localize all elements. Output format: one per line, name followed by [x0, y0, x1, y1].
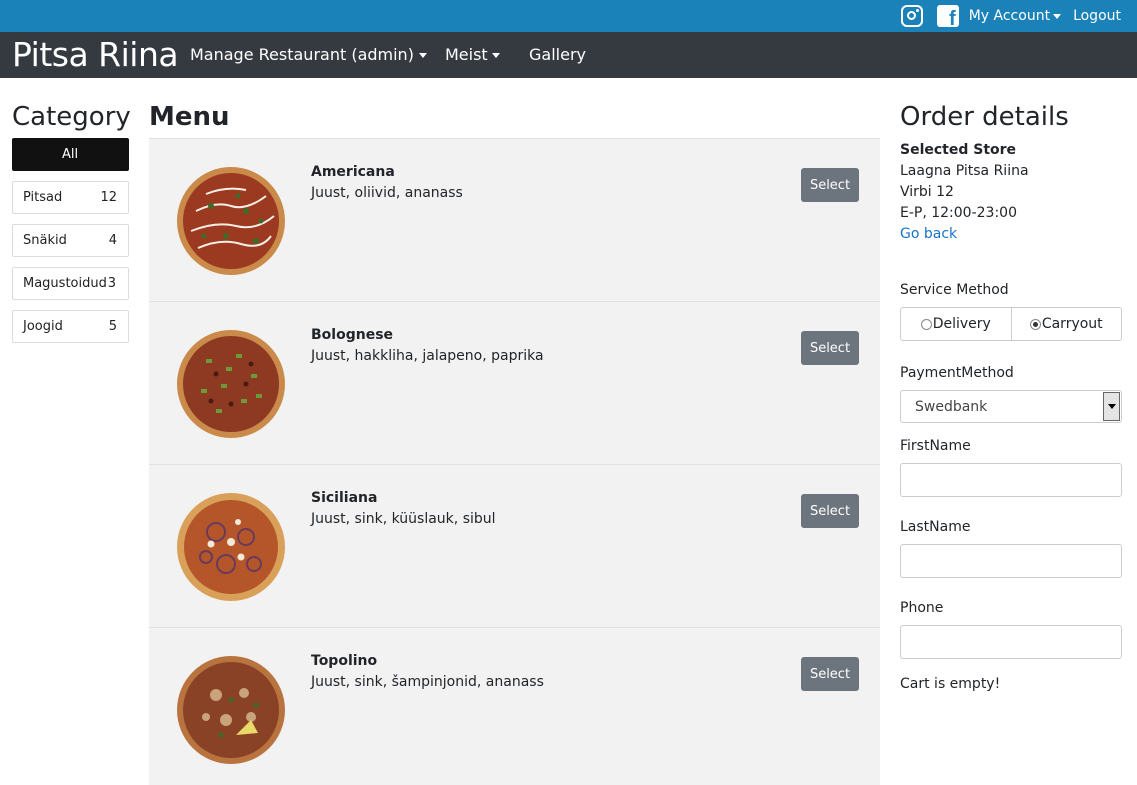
selected-store-label: Selected Store	[900, 142, 1017, 158]
select-button[interactable]: Select	[801, 331, 859, 365]
menu-item-description: Juust, sink, küüslauk, sibul	[311, 511, 496, 527]
logout-link[interactable]: Logout	[1073, 8, 1121, 24]
lastname-label: LastName	[900, 519, 971, 535]
category-item-magustoidud[interactable]: Magustoidud 3	[12, 267, 129, 300]
main-navbar: Pitsa Riina Manage Restaurant (admin) Me…	[0, 32, 1137, 78]
firstname-input[interactable]	[900, 463, 1122, 497]
meist-dropdown[interactable]: Meist	[445, 32, 500, 78]
menu-item-description: Juust, hakkliha, jalapeno, paprika	[311, 348, 544, 364]
dropdown-arrow-icon	[1103, 392, 1120, 421]
category-label: Snäkid	[23, 233, 67, 248]
category-count: 12	[100, 190, 117, 205]
meist-label: Meist	[445, 45, 488, 64]
category-item-all[interactable]: All	[12, 138, 129, 171]
category-label: All	[61, 147, 79, 162]
menu-section: Menu Americana Juust, oliivid, ananass S…	[149, 98, 880, 785]
caret-down-icon	[418, 53, 427, 58]
select-button[interactable]: Select	[801, 494, 859, 528]
menu-item: Topolino Juust, sink, šampinjonid, anana…	[149, 628, 880, 785]
category-item-snakid[interactable]: Snäkid 4	[12, 224, 129, 257]
category-count: 3	[107, 276, 116, 291]
select-button[interactable]: Select	[801, 168, 859, 202]
menu-title: Menu	[149, 102, 230, 132]
cart-status: Cart is empty!	[900, 676, 1001, 692]
carryout-label: Carryout	[1041, 316, 1103, 332]
menu-item-description: Juust, sink, šampinjonid, ananass	[311, 674, 544, 690]
radio-selected-icon	[1029, 318, 1041, 330]
menu-item: Siciliana Juust, sink, küüslauk, sibul S…	[149, 465, 880, 628]
my-account-label: My Account	[968, 8, 1051, 24]
store-name: Laagna Pitsa Riina	[900, 163, 1029, 179]
carryout-option[interactable]: Carryout	[1010, 308, 1122, 340]
category-count: 5	[108, 319, 117, 334]
category-item-pitsad[interactable]: Pitsad 12	[12, 181, 129, 214]
category-label: Magustoidud	[23, 276, 107, 291]
go-back-link[interactable]: Go back	[900, 224, 1122, 245]
instagram-icon[interactable]	[900, 5, 923, 27]
category-count: 4	[108, 233, 117, 248]
manage-restaurant-dropdown[interactable]: Manage Restaurant (admin)	[190, 32, 427, 78]
category-label: Pitsad	[23, 190, 63, 205]
menu-item: Americana Juust, oliivid, ananass Select	[149, 139, 880, 302]
gallery-link[interactable]: Gallery	[529, 32, 586, 78]
caret-down-icon	[491, 53, 500, 58]
lastname-input[interactable]	[900, 544, 1122, 578]
menu-list: Americana Juust, oliivid, ananass Select…	[149, 138, 880, 785]
payment-method-label: PaymentMethod	[900, 365, 1014, 381]
top-bar: f My Account Logout	[0, 0, 1137, 32]
delivery-label: Delivery	[932, 316, 991, 332]
phone-label: Phone	[900, 600, 944, 616]
brand-logo[interactable]: Pitsa Riina	[12, 32, 179, 78]
firstname-label: FirstName	[900, 438, 971, 454]
order-details-title: Order details	[900, 102, 1069, 132]
category-panel: Category All Pitsad 12 Snäkid 4 Magustoi…	[12, 98, 131, 353]
payment-method-select[interactable]: Swedbank	[900, 390, 1122, 423]
delivery-option[interactable]: Delivery	[901, 308, 1011, 340]
pizza-image	[177, 330, 285, 438]
manage-restaurant-label: Manage Restaurant (admin)	[190, 45, 414, 64]
caret-down-icon	[1053, 13, 1062, 19]
pizza-image	[177, 656, 285, 764]
service-method-label: Service Method	[900, 282, 1009, 298]
menu-item-name: Siciliana	[311, 490, 378, 506]
store-address: Virbi 12	[900, 184, 954, 200]
category-item-joogid[interactable]: Joogid 5	[12, 310, 129, 343]
pizza-image	[177, 493, 285, 601]
my-account-dropdown[interactable]: My Account	[968, 8, 1062, 24]
radio-icon	[920, 318, 932, 330]
select-button[interactable]: Select	[801, 657, 859, 691]
facebook-icon[interactable]: f	[936, 5, 959, 29]
menu-item-name: Topolino	[311, 653, 378, 669]
phone-input[interactable]	[900, 625, 1122, 659]
store-hours: E-P, 12:00-23:00	[900, 205, 1017, 221]
menu-item-description: Juust, oliivid, ananass	[311, 185, 463, 201]
category-label: Joogid	[23, 319, 63, 334]
pizza-image	[177, 167, 285, 275]
category-title: Category	[12, 102, 131, 132]
service-method-toggle: Delivery Carryout	[900, 307, 1122, 341]
order-details-panel: Order details Selected Store Laagna Pits…	[900, 98, 1122, 695]
menu-item-name: Americana	[311, 164, 395, 180]
menu-item-name: Bolognese	[311, 327, 394, 343]
menu-item: Bolognese Juust, hakkliha, jalapeno, pap…	[149, 302, 880, 465]
payment-method-value: Swedbank	[915, 398, 988, 415]
